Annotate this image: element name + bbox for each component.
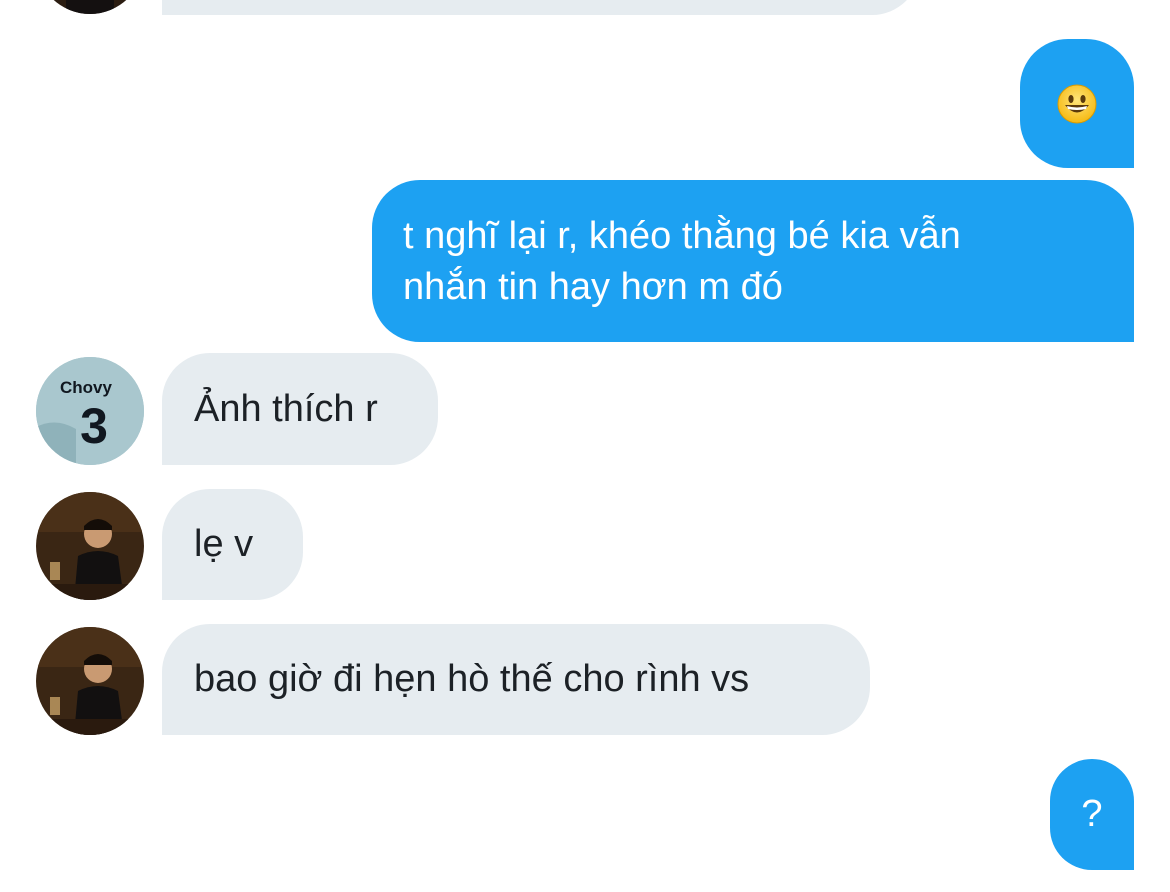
message-bubble-incoming[interactable]: lẹ v — [162, 489, 303, 600]
chovy-jersey-number: 3 — [80, 398, 108, 454]
message-text-line: t nghĩ lại r, khéo thằng bé kia vẫn — [403, 215, 961, 257]
chovy-jersey-text: Chovy — [60, 378, 113, 397]
message-bubble-outgoing[interactable]: ? — [1050, 759, 1134, 870]
avatar-dark-photo[interactable] — [36, 492, 144, 600]
message-text: ? — [1081, 793, 1103, 835]
avatar-chovy-jersey[interactable]: Chovy 3 — [36, 357, 144, 465]
conversation-thread: t nghĩ lại r, khéo thằng bé kia vẫn nhắn… — [0, 0, 1170, 892]
message-bubble-incoming[interactable]: bao giờ đi hẹn hò thế cho rình vs — [162, 624, 870, 735]
message-bubble-outgoing[interactable]: t nghĩ lại r, khéo thằng bé kia vẫn nhắn… — [372, 180, 1134, 342]
message-bubble-incoming[interactable] — [162, 0, 920, 15]
message-bubble-incoming[interactable]: Ảnh thích r — [162, 353, 438, 465]
message-bubble-outgoing-emoji[interactable] — [1020, 39, 1134, 168]
message-text: bao giờ đi hẹn hò thế cho rình vs — [194, 658, 750, 700]
message-text-line: nhắn tin hay hơn m đó — [403, 266, 783, 308]
avatar-dark-photo[interactable] — [36, 0, 144, 14]
message-text: lẹ v — [194, 523, 254, 565]
message-text: Ảnh thích r — [194, 387, 378, 430]
avatar-dark-photo[interactable] — [36, 627, 144, 735]
grinning-face-emoji-icon — [1057, 84, 1097, 124]
